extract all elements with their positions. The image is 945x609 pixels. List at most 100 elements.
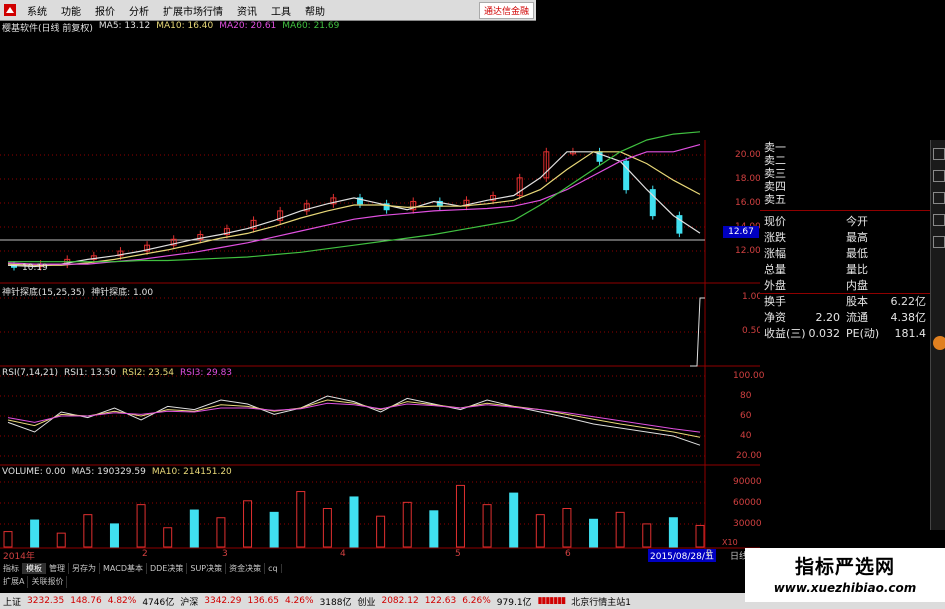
- rsi-tick: 100.00: [733, 371, 765, 381]
- tab-related-quote[interactable]: 关联报价: [28, 576, 68, 588]
- volume-bar: [349, 496, 359, 548]
- toolbar-icon[interactable]: [933, 192, 945, 204]
- volume-tick: 90000: [733, 477, 762, 487]
- index-name: 沪深: [180, 597, 199, 608]
- x-axis-label: 2: [142, 549, 148, 559]
- tab-template[interactable]: 模板: [23, 563, 46, 574]
- index-volume: 979.1亿: [496, 597, 532, 608]
- index-percent: 4.82%: [107, 596, 137, 606]
- volume-bar: [402, 501, 412, 548]
- tab-sup[interactable]: SUP决策: [187, 563, 227, 574]
- tab-indicator[interactable]: 指标: [0, 563, 23, 574]
- quote-label: 内盘: [846, 279, 868, 292]
- menu-item-analysis[interactable]: 分析: [122, 3, 156, 18]
- app-logo-icon: [4, 4, 16, 16]
- volume-ma10: MA10: 214151.20: [151, 467, 232, 477]
- volume-bar: [83, 514, 93, 548]
- rsi1-label: RSI1: 13.50: [64, 368, 117, 378]
- index-value: 3342.29: [204, 596, 242, 606]
- index-name: 创业: [357, 597, 376, 608]
- quote-label: 外盘: [764, 279, 786, 292]
- volume-bar: [509, 492, 519, 548]
- menu-item-function[interactable]: 功能: [54, 3, 88, 18]
- tab-ext-a[interactable]: 扩展A: [0, 576, 29, 588]
- ma-line-ma5: [7, 151, 701, 268]
- quote-label: 最低: [846, 247, 868, 260]
- volume-bar: [642, 523, 652, 548]
- volume-bar: [56, 532, 66, 548]
- quote-label: 涨跌: [764, 231, 786, 244]
- watermark-url: www.xuezhibiao.com: [773, 581, 917, 595]
- rsi-tick: 20.00: [736, 451, 762, 461]
- toolbar-icon[interactable]: [933, 214, 945, 226]
- quote-label: 涨幅: [764, 247, 786, 260]
- x-axis-label: 4: [340, 549, 346, 559]
- price-tick: 12.00: [735, 246, 761, 256]
- volume-bar: [589, 518, 599, 548]
- quote-value: 181.4: [894, 327, 927, 340]
- menu-item-tools[interactable]: 工具: [264, 3, 298, 18]
- quote-panel: 卖一 卖二 卖三 卖四 卖五 现价 今开 涨跌 最高 涨幅 最低 总量 量比 外…: [760, 140, 930, 350]
- volume-title: VOLUME: 0.00: [2, 467, 66, 477]
- quote-value: 0.032: [808, 327, 841, 340]
- quote-value: 4.38亿: [890, 311, 927, 324]
- price-tick: 18.00: [735, 174, 761, 184]
- index-name: 上证: [3, 597, 22, 608]
- quote-label: 量比: [846, 263, 868, 276]
- volume-tick: 30000: [733, 519, 762, 529]
- ask-label: 卖五: [764, 193, 786, 206]
- volume-unit: X10: [722, 538, 738, 547]
- index-value: 3232.35: [27, 596, 65, 606]
- side-toolbar[interactable]: [930, 140, 945, 530]
- tab-fund[interactable]: 资金决策: [226, 563, 266, 574]
- volume-bar: [562, 508, 572, 548]
- float-icon[interactable]: [933, 336, 945, 350]
- quote-label: 股本: [846, 295, 868, 308]
- volume-bar: [535, 514, 545, 548]
- quote-label: 今开: [846, 215, 868, 228]
- toolbar-icon[interactable]: [933, 170, 945, 182]
- menu-item-info[interactable]: 资讯: [230, 3, 264, 18]
- extension-tabs: 扩展A 关联报价: [0, 576, 200, 588]
- x-axis: 2014年 2 3 4 5 6 2015/08/28/五 B 日线: [0, 549, 760, 562]
- volume-bars: [3, 484, 705, 548]
- index-volume: 3188亿: [319, 597, 352, 608]
- rsi3-label: RSI3: 29.83: [180, 368, 233, 378]
- ma-line-ma20: [7, 144, 701, 265]
- menu-item-ext-market[interactable]: 扩展市场行情: [156, 3, 230, 18]
- menu-item-quote[interactable]: 报价: [88, 3, 122, 18]
- menu-item-help[interactable]: 帮助: [298, 3, 332, 18]
- tab-save-as[interactable]: 另存为: [69, 563, 100, 574]
- rsi-tick: 80: [740, 391, 752, 401]
- ma-lines: [7, 131, 701, 268]
- tab-macd[interactable]: MACD基本: [100, 563, 147, 574]
- volume-bar: [615, 511, 625, 548]
- tab-manage[interactable]: 管理: [46, 563, 69, 574]
- toolbar-icon[interactable]: [933, 236, 945, 248]
- rsi-line-rsi2: [7, 399, 701, 438]
- quote-value: 2.20: [815, 311, 841, 324]
- tab-cq[interactable]: cq: [265, 564, 282, 573]
- volume-ma5: MA5: 190329.59: [71, 467, 146, 477]
- quote-label: 换手: [764, 295, 786, 308]
- index-change: 136.65: [247, 596, 279, 606]
- volume-bar: [668, 517, 678, 548]
- volume-bar: [136, 504, 146, 548]
- quote-label: 现价: [764, 215, 786, 228]
- rsi-tick: 60: [740, 411, 752, 421]
- volume-bar: [109, 523, 119, 548]
- tab-dde[interactable]: DDE决策: [147, 563, 188, 574]
- candlesticks: [11, 147, 683, 271]
- volume-bar: [3, 531, 13, 548]
- quote-label: 最高: [846, 231, 868, 244]
- quote-label: PE(动): [846, 327, 880, 340]
- volume-legend: VOLUME: 0.00 MA5: 190329.59 MA10: 214151…: [2, 467, 232, 477]
- menu-item-system[interactable]: 系统: [20, 3, 54, 18]
- watermark-title: 指标严选网: [794, 556, 895, 578]
- toolbar-icon[interactable]: [933, 148, 945, 160]
- volume-bar: [455, 484, 465, 548]
- rsi-tick: 40: [740, 431, 752, 441]
- indicator1-legend: 神针探底(15,25,35) 神针探底: 1.00: [2, 285, 153, 298]
- menu-bar: 系统 功能 报价 分析 扩展市场行情 资讯 工具 帮助 通达信金融: [0, 0, 536, 21]
- volume-bar: [163, 527, 173, 548]
